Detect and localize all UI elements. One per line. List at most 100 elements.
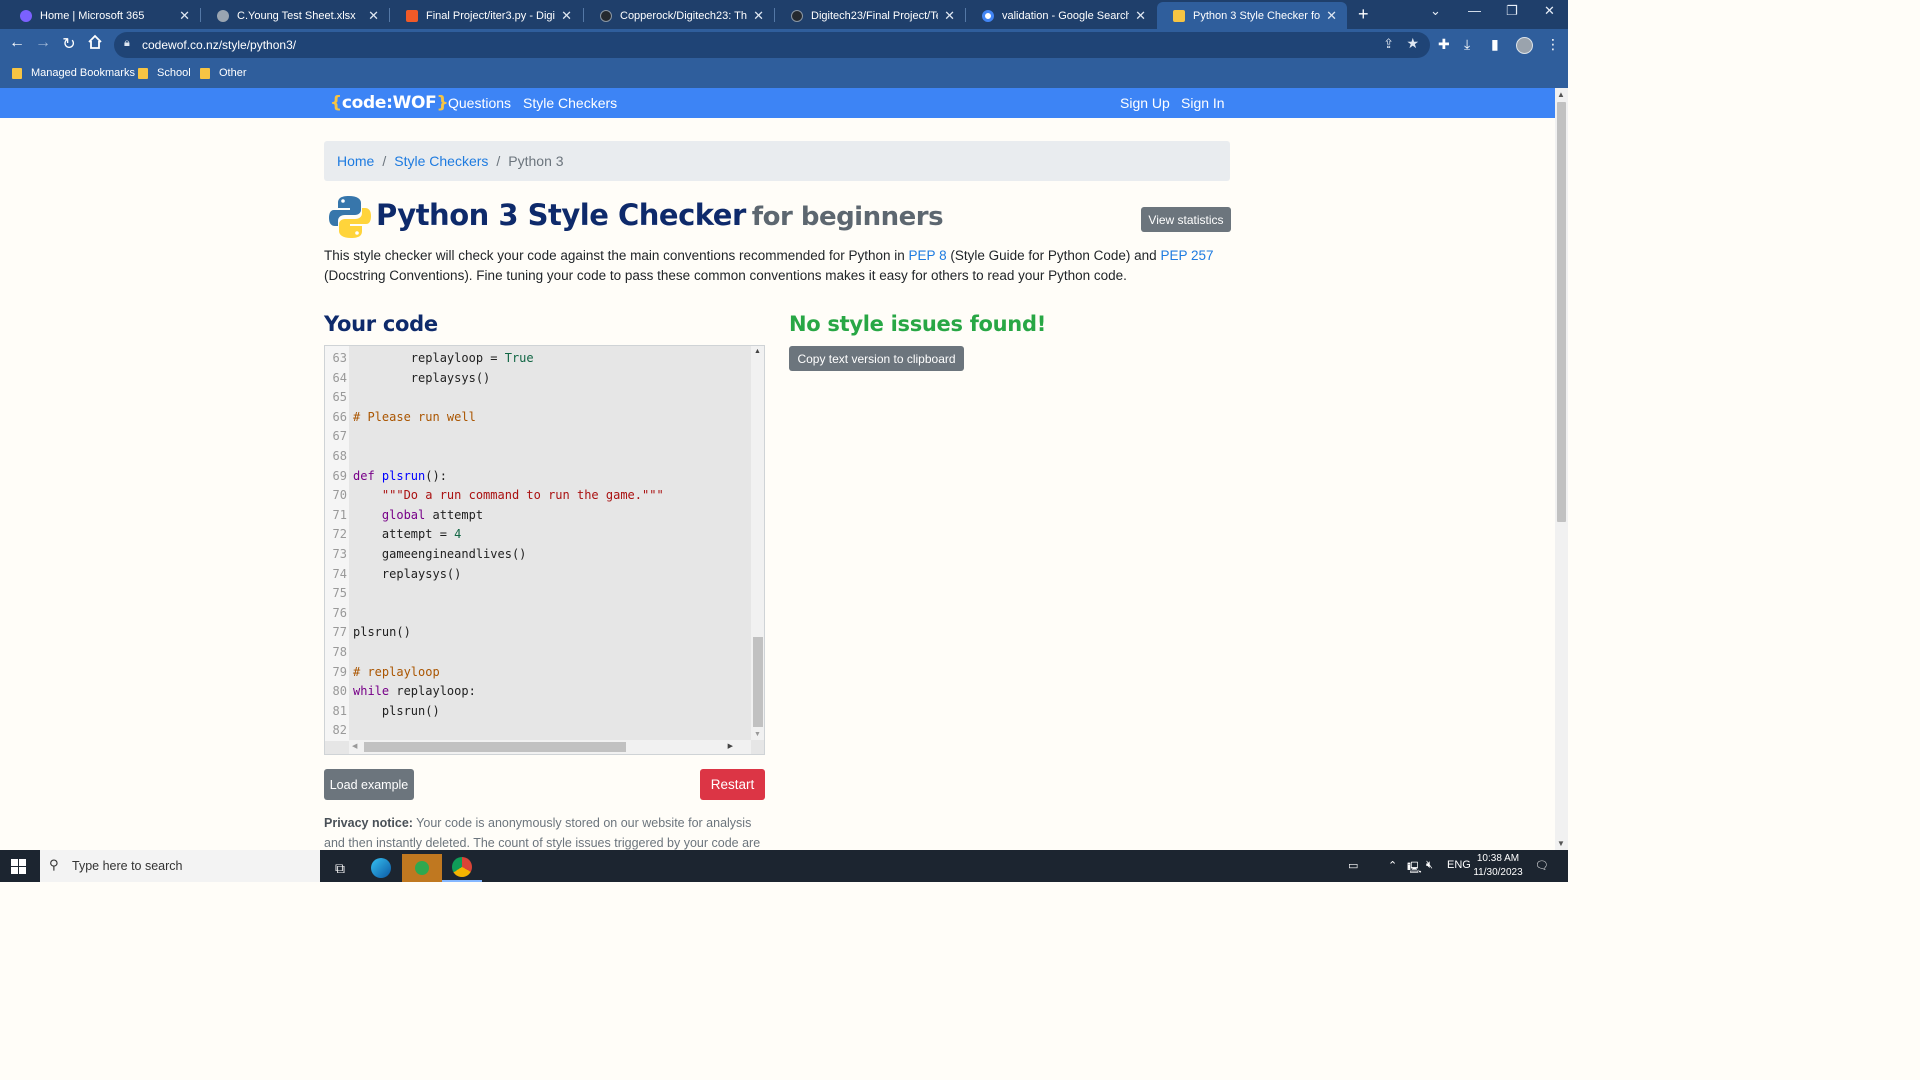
download-icon[interactable]: ⤓ bbox=[1464, 36, 1470, 53]
tab-favicon-icon bbox=[600, 9, 612, 22]
breadcrumb-separator: / bbox=[382, 153, 387, 169]
notifications-icon[interactable]: 🗨︎ bbox=[1535, 859, 1549, 872]
line-number: 82 bbox=[332, 723, 347, 738]
browser-tab[interactable]: Copperock/Digitech23: This is a ✕ bbox=[584, 2, 774, 29]
copy-text-button[interactable]: Copy text version to clipboard bbox=[789, 346, 964, 371]
url-text: codewof.co.nz/style/python3/ bbox=[142, 38, 297, 52]
address-bar[interactable]: 🔒︎ codewof.co.nz/style/python3/ ⇪ ★ bbox=[114, 32, 1430, 58]
codewof-logo[interactable]: {code:WOF} bbox=[330, 93, 449, 113]
editor-hscroll-thumb[interactable] bbox=[364, 742, 626, 752]
side-panel-icon[interactable]: ▮ bbox=[1491, 36, 1499, 53]
scroll-left-icon[interactable]: ◀ bbox=[352, 742, 357, 750]
breadcrumb-home[interactable]: Home bbox=[337, 153, 374, 169]
restore-icon[interactable]: ❐ bbox=[1506, 3, 1518, 19]
tab-close-icon[interactable]: ✕ bbox=[1135, 8, 1146, 24]
new-tab-button[interactable]: + bbox=[1358, 4, 1369, 25]
tray-chevron-icon[interactable]: ⌃ bbox=[1388, 859, 1397, 872]
page-scrollbar-thumb[interactable] bbox=[1557, 102, 1566, 522]
tab-search-icon[interactable]: ⌄ bbox=[1430, 3, 1441, 19]
home-button[interactable] bbox=[84, 34, 106, 55]
volume-muted-icon[interactable]: 🔇︎ bbox=[1426, 859, 1433, 872]
avatar-icon[interactable] bbox=[1516, 37, 1533, 54]
app-icon[interactable] bbox=[402, 854, 442, 882]
tab-close-icon[interactable]: ✕ bbox=[944, 8, 955, 24]
taskbar-search-box[interactable]: ⚲ Type here to search bbox=[40, 850, 320, 882]
code-text: # replayloop bbox=[353, 663, 440, 683]
windows-start-icon[interactable] bbox=[11, 859, 26, 874]
tab-close-icon[interactable]: ✕ bbox=[753, 8, 764, 24]
star-icon[interactable]: ★ bbox=[1406, 35, 1419, 52]
tab-close-icon[interactable]: ✕ bbox=[561, 8, 572, 24]
folder-icon bbox=[12, 67, 22, 79]
network-icon[interactable]: 🖳︎ bbox=[1407, 859, 1422, 878]
bookmark-other[interactable]: Other bbox=[200, 67, 247, 79]
code-text: plsrun() bbox=[353, 702, 440, 722]
forward-button[interactable]: → bbox=[32, 34, 54, 52]
code-text: replaysys() bbox=[353, 565, 461, 585]
editor-horizontal-scrollbar[interactable]: ◀ ▶ bbox=[349, 740, 751, 754]
line-number: 69 bbox=[332, 468, 347, 483]
scroll-right-icon[interactable]: ▶ bbox=[728, 742, 733, 750]
bookmark-school[interactable]: School bbox=[138, 67, 191, 79]
keyboard-icon[interactable]: ▭ bbox=[1348, 859, 1358, 872]
back-button[interactable]: ← bbox=[6, 34, 28, 52]
restart-button[interactable]: Restart bbox=[700, 769, 765, 800]
language-indicator[interactable]: ENG bbox=[1447, 859, 1471, 871]
folder-icon bbox=[200, 67, 210, 79]
chrome-icon[interactable] bbox=[442, 854, 482, 882]
browser-tab[interactable]: Home | Microsoft 365 ✕ bbox=[4, 2, 200, 29]
close-window-icon[interactable]: ✕ bbox=[1544, 3, 1555, 19]
pep257-link[interactable]: PEP 257 bbox=[1160, 248, 1213, 263]
tab-title: Home | Microsoft 365 bbox=[40, 9, 145, 22]
task-view-icon[interactable]: ⧉ bbox=[320, 854, 360, 882]
browser-tab[interactable]: C.Young Test Sheet.xlsx ✕ bbox=[201, 2, 389, 29]
bookmark-managed[interactable]: Managed Bookmarks bbox=[12, 67, 135, 79]
code-token: attempt = bbox=[353, 527, 455, 542]
puzzle-icon[interactable]: ✚ bbox=[1438, 36, 1450, 53]
reload-button[interactable]: ↻ bbox=[58, 34, 80, 54]
browser-tab[interactable]: Digitech23/Final Project/Test sh ✕ bbox=[775, 2, 965, 29]
editor-vertical-scrollbar[interactable]: ▲ ▼ bbox=[751, 346, 764, 740]
edge-icon[interactable] bbox=[361, 854, 401, 882]
taskbar-clock[interactable]: 10:38 AM 11/30/2023 bbox=[1470, 852, 1526, 880]
scroll-down-icon[interactable]: ▼ bbox=[1557, 839, 1565, 848]
line-number: 68 bbox=[332, 449, 347, 463]
view-statistics-button[interactable]: View statistics bbox=[1141, 207, 1231, 232]
code-line: 65 bbox=[325, 388, 750, 408]
tab-close-icon[interactable]: ✕ bbox=[368, 8, 379, 24]
kebab-menu-icon[interactable]: ⋮ bbox=[1546, 36, 1560, 53]
nav-questions[interactable]: Questions bbox=[448, 95, 511, 111]
line-number: 66 bbox=[332, 409, 347, 424]
scroll-down-icon[interactable]: ▼ bbox=[754, 731, 761, 738]
code-token: 4 bbox=[454, 527, 462, 542]
nav-sign-in[interactable]: Sign In bbox=[1181, 95, 1225, 111]
tab-close-icon[interactable]: ✕ bbox=[179, 8, 190, 24]
scroll-up-icon[interactable]: ▲ bbox=[754, 348, 761, 355]
editor-vscroll-thumb[interactable] bbox=[753, 637, 763, 727]
logo-text: code:WOF bbox=[341, 93, 437, 113]
bookmark-label: Other bbox=[219, 67, 247, 79]
browser-tab-active[interactable]: Python 3 Style Checker for beg ✕ bbox=[1157, 2, 1347, 29]
browser-tab[interactable]: Final Project/iter3.py - Digitech ✕ bbox=[390, 2, 582, 29]
page-scrollbar[interactable]: ▲ ▼ bbox=[1555, 88, 1568, 850]
nav-sign-up[interactable]: Sign Up bbox=[1120, 95, 1170, 111]
code-text: plsrun() bbox=[353, 623, 411, 643]
tab-close-icon[interactable]: ✕ bbox=[1326, 8, 1337, 24]
scroll-up-icon[interactable]: ▲ bbox=[1557, 90, 1565, 99]
code-token: True bbox=[504, 351, 534, 365]
code-editor[interactable]: 63 replayloop = True 64 replaysys() 65 66 # … bbox=[324, 345, 765, 755]
bookmark-label: Managed Bookmarks bbox=[31, 67, 135, 79]
nav-style-checkers[interactable]: Style Checkers bbox=[523, 95, 617, 111]
browser-tab[interactable]: validation - Google Search ✕ bbox=[966, 2, 1156, 29]
search-icon: ⚲ bbox=[49, 857, 59, 872]
intro-paragraph: This style checker will check your code … bbox=[324, 246, 1234, 286]
intro-text: (Style Guide for Python Code) and bbox=[946, 248, 1161, 263]
pep8-link[interactable]: PEP 8 bbox=[909, 248, 947, 263]
code-line: 75 bbox=[325, 584, 750, 604]
load-example-button[interactable]: Load example bbox=[324, 769, 414, 800]
minimize-icon[interactable]: — bbox=[1468, 3, 1481, 18]
breadcrumb-style-checkers[interactable]: Style Checkers bbox=[394, 153, 488, 169]
code-token: replayloop: bbox=[389, 684, 476, 699]
share-icon[interactable]: ⇪ bbox=[1383, 36, 1394, 52]
